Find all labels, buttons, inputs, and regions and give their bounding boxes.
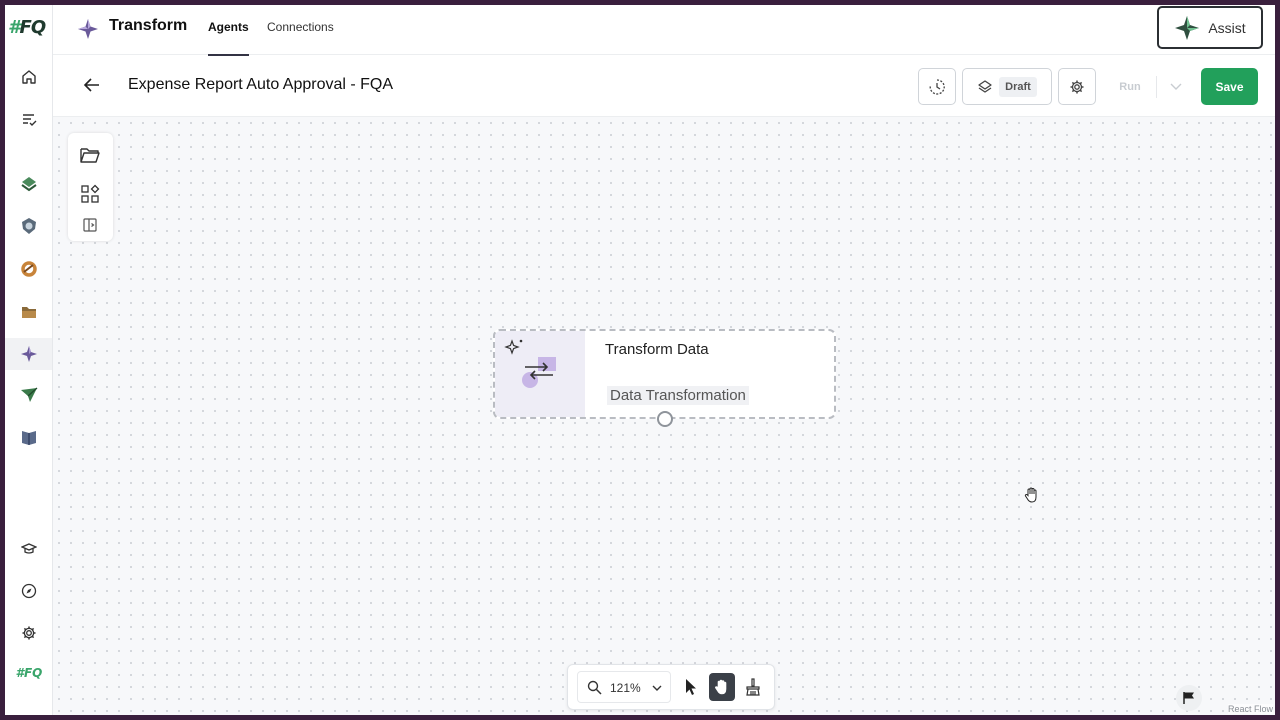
chevron-down-icon — [652, 685, 662, 691]
draft-badge: Draft — [999, 76, 1037, 97]
folder-app-icon[interactable] — [13, 296, 45, 328]
book-app-icon[interactable] — [13, 421, 45, 453]
fq-small-logo: #FQ — [15, 666, 43, 680]
run-button[interactable]: Run — [1104, 81, 1156, 93]
hand-cursor-icon — [1024, 487, 1037, 503]
transform-app-icon[interactable] — [5, 338, 52, 370]
node-subtitle: Data Transformation — [607, 386, 749, 405]
page-title: Expense Report Auto Approval - FQA — [128, 76, 394, 93]
settings-button[interactable] — [1058, 68, 1096, 105]
node-output-handle[interactable] — [657, 411, 673, 427]
pointer-arrow-icon — [686, 679, 696, 695]
run-dropdown-chevron-icon[interactable] — [1157, 80, 1195, 94]
left-rail: #FQ #FQ — [5, 5, 53, 715]
select-pointer-button[interactable] — [678, 673, 704, 701]
flag-icon — [1183, 692, 1194, 704]
node-icon-area — [495, 331, 585, 417]
folder-open-icon[interactable] — [79, 144, 101, 166]
transform-arrows-icon — [504, 339, 556, 388]
settings-gear-icon — [1070, 80, 1084, 93]
components-grid-icon[interactable] — [79, 183, 101, 205]
history-clock-icon — [929, 78, 945, 95]
transform-logo-icon — [78, 19, 98, 39]
top-nav: Transform Agents Connections Assist — [53, 5, 1275, 56]
hand-icon — [715, 679, 727, 695]
app-window: #FQ #FQ Transform Agents Connections Ass… — [5, 5, 1275, 715]
flow-canvas[interactable]: Transform Data Data Transformation 121% — [53, 117, 1275, 715]
tab-agents[interactable]: Agents — [208, 20, 249, 56]
transform-data-node[interactable]: Transform Data Data Transformation — [493, 329, 836, 427]
pan-hand-button[interactable] — [709, 673, 735, 701]
assist-star-icon — [1175, 15, 1200, 40]
graduation-cap-icon[interactable] — [13, 533, 45, 565]
canvas-side-toolbar — [68, 133, 113, 241]
shield-app-icon[interactable] — [13, 210, 45, 242]
compass-icon[interactable] — [13, 575, 45, 607]
canvas-bottom-toolbar: 121% — [567, 664, 775, 710]
zoom-selector[interactable]: 121% — [577, 671, 671, 703]
assist-label: Assist — [1208, 19, 1246, 36]
save-button[interactable]: Save — [1201, 68, 1258, 105]
broom-icon — [746, 678, 760, 696]
page-header: Expense Report Auto Approval - FQA Draft… — [53, 56, 1275, 117]
app-title: Transform — [109, 17, 188, 34]
ring-app-icon[interactable] — [13, 253, 45, 285]
clear-broom-button[interactable] — [740, 673, 766, 701]
layers-icon — [978, 79, 992, 93]
reconcile-app-icon[interactable] — [13, 168, 45, 200]
back-arrow-icon[interactable] — [81, 74, 103, 96]
assist-button[interactable]: Assist — [1157, 6, 1263, 49]
node-title: Transform Data — [605, 341, 709, 358]
send-app-icon[interactable] — [13, 379, 45, 411]
history-button[interactable] — [918, 68, 956, 105]
run-button-group: Run — [1104, 68, 1196, 105]
fq-logo[interactable]: #FQ — [8, 17, 48, 38]
flag-button[interactable] — [1176, 685, 1202, 711]
tab-connections[interactable]: Connections — [267, 20, 334, 56]
home-icon[interactable] — [13, 61, 45, 93]
panel-toggle-icon[interactable] — [79, 214, 101, 236]
react-flow-attribution[interactable]: React Flow — [1227, 704, 1273, 714]
zoom-level: 121% — [610, 681, 641, 695]
search-icon — [587, 680, 602, 695]
list-check-icon[interactable] — [13, 103, 45, 135]
gear-icon[interactable] — [13, 617, 45, 649]
version-button[interactable]: Draft — [962, 68, 1052, 105]
